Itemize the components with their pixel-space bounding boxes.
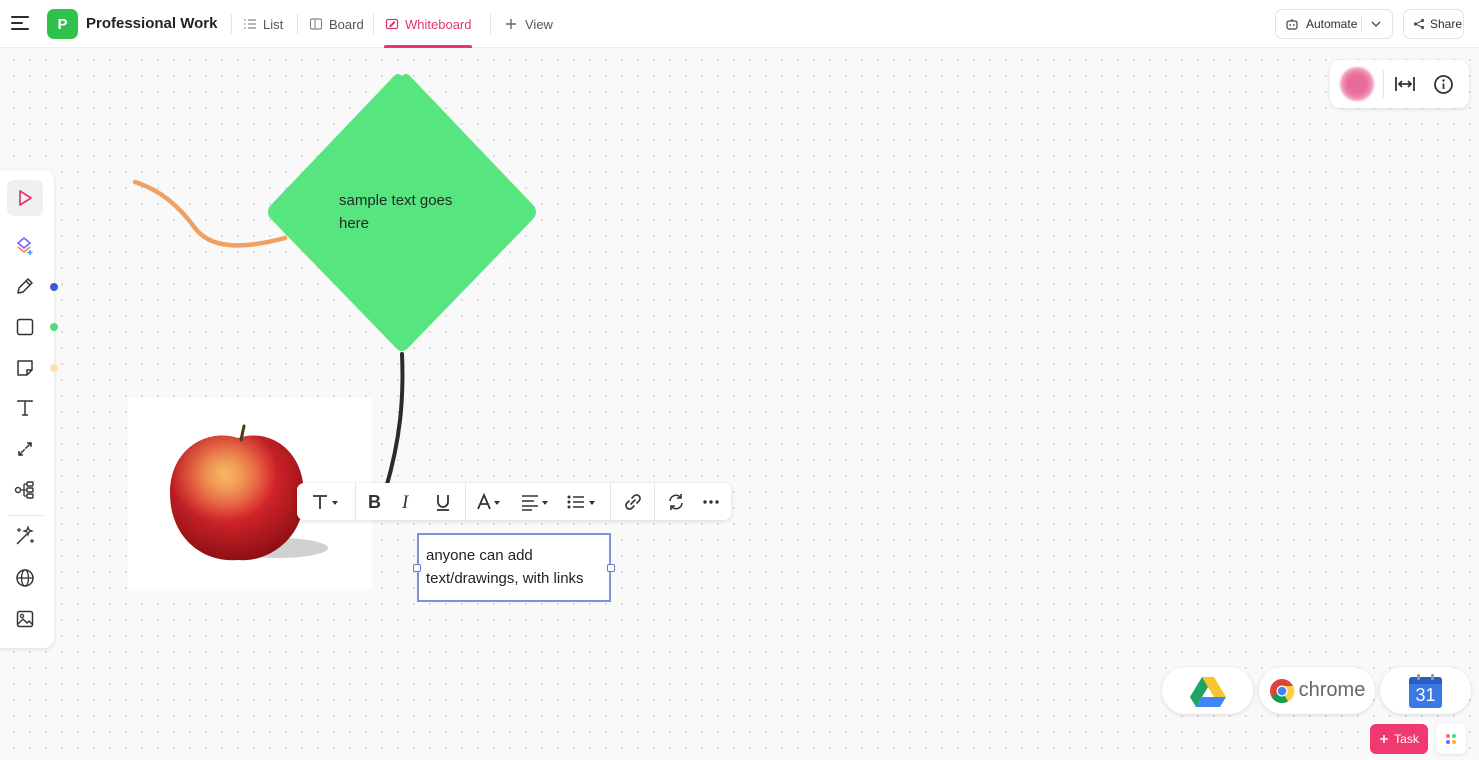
text-format-toolbar: B I — [297, 483, 731, 520]
mind-map-icon[interactable] — [7, 472, 43, 508]
tab-board-label: Board — [329, 16, 364, 32]
svg-text:I: I — [401, 493, 410, 511]
task-label: Task — [1394, 732, 1419, 746]
chrome-shortcut[interactable]: chrome — [1259, 667, 1375, 714]
list-icon[interactable] — [565, 483, 601, 520]
apps-button[interactable] — [1436, 724, 1466, 754]
space-title[interactable]: Professional Work — [86, 15, 217, 32]
fit-width-icon[interactable] — [1394, 74, 1416, 99]
text-icon[interactable] — [7, 390, 43, 426]
whiteboard-icon — [385, 17, 399, 31]
image-icon[interactable] — [7, 601, 43, 637]
automate-button[interactable]: Automate — [1275, 9, 1393, 39]
list-icon — [243, 17, 257, 31]
magic-icon[interactable] — [7, 518, 43, 554]
globe-icon[interactable] — [7, 560, 43, 596]
shape-color-dot — [50, 323, 58, 331]
chevron-down-icon[interactable] — [1370, 18, 1382, 33]
text-style-icon[interactable] — [305, 483, 345, 520]
menu-icon[interactable] — [11, 16, 29, 30]
connector-icon[interactable] — [7, 431, 43, 467]
board-icon — [309, 17, 323, 31]
google-calendar-shortcut[interactable]: 31 — [1380, 667, 1471, 714]
share-icon — [1413, 18, 1425, 30]
calendar-day: 31 — [1415, 684, 1436, 705]
top-bar: P Professional Work List Board Whiteboar… — [0, 0, 1479, 48]
pen-icon[interactable] — [7, 268, 43, 304]
share-label: Share — [1430, 17, 1463, 31]
black-connector-line — [384, 352, 405, 490]
tab-whiteboard[interactable]: Whiteboard — [383, 0, 473, 48]
tab-list[interactable]: List — [243, 0, 283, 48]
chrome-icon — [1269, 678, 1295, 703]
underline-icon[interactable] — [432, 483, 454, 520]
resize-handle-right[interactable] — [607, 564, 615, 572]
ai-shapes-icon[interactable] — [7, 228, 43, 264]
more-icon[interactable] — [697, 483, 725, 520]
collaboration-panel — [1330, 60, 1469, 108]
plus-icon — [1380, 735, 1389, 743]
whiteboard-tools — [0, 170, 58, 648]
pen-color-dot — [50, 283, 58, 291]
link-icon[interactable] — [619, 483, 647, 520]
tab-add-view[interactable]: View — [505, 0, 553, 48]
font-color-icon[interactable] — [473, 483, 507, 520]
rectangle-icon[interactable] — [7, 309, 43, 345]
add-task-button[interactable]: Task — [1370, 724, 1428, 754]
tab-list-label: List — [263, 16, 284, 32]
google-drive-shortcut[interactable] — [1162, 667, 1253, 714]
selected-text-box[interactable]: anyone can add text/drawings, with links — [413, 533, 615, 602]
text-box-content[interactable]: anyone can add text/drawings, with links — [426, 547, 584, 587]
apps-grid-icon — [1446, 734, 1456, 744]
resize-handle-left[interactable] — [413, 564, 421, 572]
bold-icon[interactable]: B — [363, 483, 387, 520]
user-avatar[interactable] — [1340, 67, 1374, 101]
connectors-layer — [132, 179, 405, 490]
orange-freehand-line — [132, 179, 288, 248]
sticky-color-dot — [50, 364, 58, 372]
tab-whiteboard-label: Whiteboard — [405, 16, 472, 32]
calendar-icon: 31 — [1409, 673, 1442, 708]
align-icon[interactable] — [519, 483, 553, 520]
tab-board[interactable]: Board — [309, 0, 364, 48]
diamond-text[interactable]: sample text goes here — [339, 189, 479, 235]
pointer-icon[interactable] — [7, 180, 43, 216]
italic-icon[interactable]: I — [398, 483, 418, 520]
tab-add-view-label: View — [525, 16, 553, 32]
chrome-label: chrome — [1298, 679, 1366, 701]
share-button[interactable]: Share — [1403, 9, 1464, 39]
automate-label: Automate — [1306, 17, 1358, 31]
plus-icon — [505, 17, 519, 31]
sticky-note-icon[interactable] — [7, 350, 43, 386]
info-icon[interactable] — [1433, 74, 1454, 100]
space-avatar[interactable]: P — [47, 9, 78, 39]
convert-icon[interactable] — [662, 483, 690, 520]
svg-text:B: B — [368, 493, 381, 511]
google-drive-icon — [1189, 676, 1226, 707]
robot-icon — [1285, 17, 1299, 31]
